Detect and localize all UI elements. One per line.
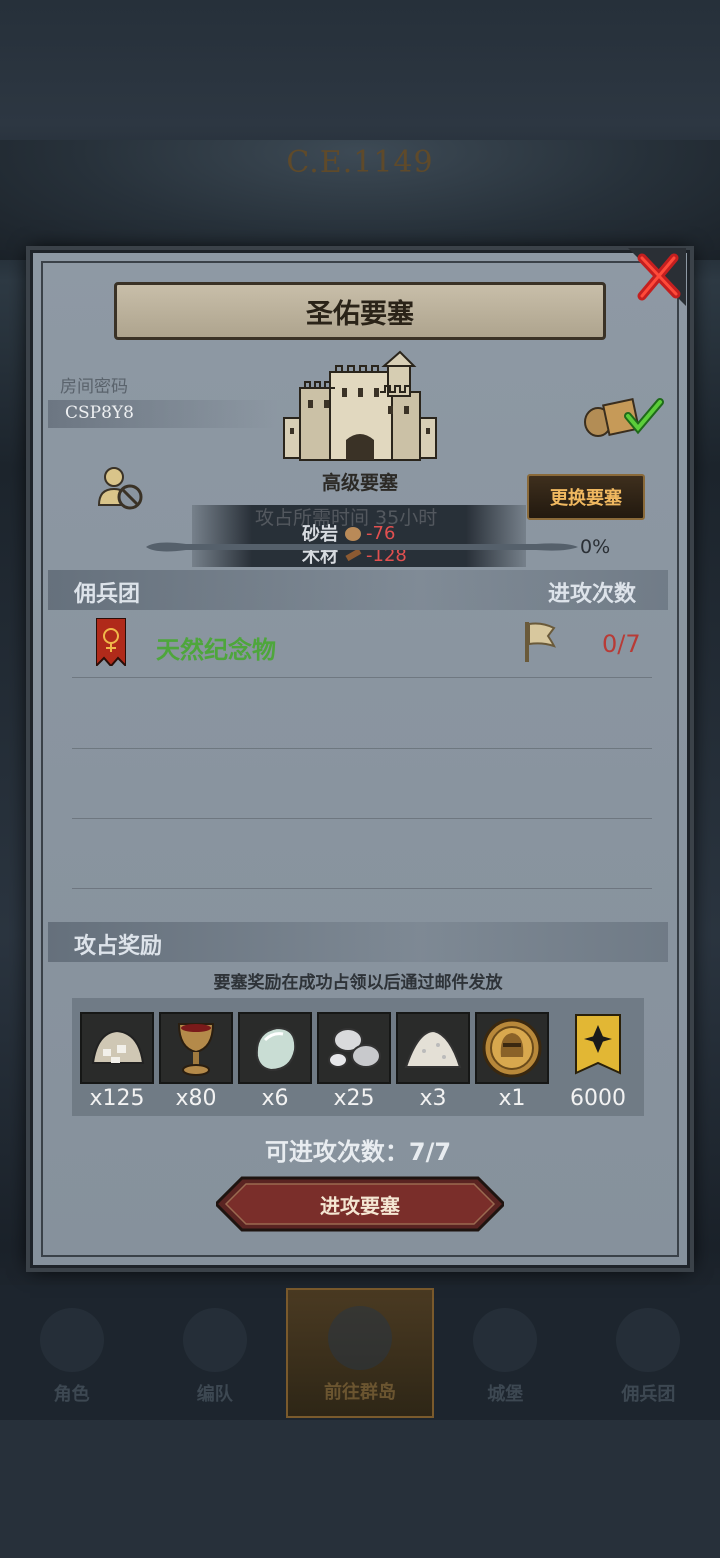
- attack-count-header: 进攻次数: [548, 582, 637, 607]
- background-lower: [0, 1420, 720, 1558]
- banner-icon: [96, 618, 126, 666]
- mercenary-name: 天然纪念物: [156, 636, 276, 664]
- knight-icon: [39, 1308, 104, 1372]
- knight-coin-icon: [482, 1018, 542, 1078]
- gem-icon: [255, 1026, 297, 1072]
- progress-bar: [146, 542, 578, 552]
- user-blocked-icon[interactable]: [96, 465, 146, 513]
- mercenary-section-title: 佣兵团: [74, 582, 141, 607]
- nav-item-islands[interactable]: 前往群岛: [286, 1288, 434, 1418]
- nav-item-mercenary[interactable]: 佣兵团: [577, 1288, 720, 1418]
- castle-icon: [473, 1308, 538, 1372]
- reward-qty: x6: [261, 1086, 289, 1111]
- silver-ore-icon: [328, 1028, 381, 1068]
- salt-pile-icon: [404, 1029, 462, 1068]
- room-code[interactable]: CSP8Y8: [65, 403, 134, 423]
- dialog-title: 圣佑要塞: [306, 298, 414, 330]
- reward-qty: x80: [175, 1086, 217, 1111]
- supply-check-icon[interactable]: [582, 390, 666, 438]
- remaining-attacks: 可进攻次数：7/7: [264, 1138, 452, 1166]
- room-code-label: 房间密码: [60, 377, 128, 397]
- nav-label: 佣兵团: [621, 1384, 676, 1405]
- nav-label: 角色: [53, 1384, 90, 1405]
- change-fortress-button[interactable]: 更换要塞: [527, 474, 645, 520]
- compass-icon: [328, 1306, 392, 1370]
- attack-fortress-button[interactable]: 进攻要塞: [213, 1176, 507, 1232]
- reward-item[interactable]: x3: [396, 1012, 470, 1111]
- attack-fortress-label: 进攻要塞: [320, 1194, 400, 1218]
- flag-icon: [525, 622, 556, 662]
- progress-percent: 0%: [580, 536, 611, 558]
- nav-label: 城堡: [487, 1384, 524, 1405]
- nav-item-castle[interactable]: 城堡: [434, 1288, 577, 1418]
- change-fortress-label: 更换要塞: [550, 488, 622, 509]
- reward-qty: x3: [419, 1086, 447, 1111]
- reward-qty: x1: [498, 1086, 526, 1111]
- reward-section-title: 攻占奖励: [74, 934, 163, 959]
- list-divider: [72, 888, 652, 889]
- reward-qty: x25: [333, 1086, 375, 1111]
- reward-note: 要塞奖励在成功占领以后通过邮件发放: [213, 973, 503, 993]
- stone-rubble-icon: [91, 1029, 145, 1064]
- fortress-level: 高级要塞: [321, 472, 398, 494]
- list-item[interactable]: 天然纪念物 0/7: [72, 614, 652, 678]
- mercenary-attack-count: 0/7: [602, 630, 641, 658]
- helmet-icon: [182, 1308, 247, 1372]
- reward-item[interactable]: x125: [80, 1012, 154, 1111]
- reward-item[interactable]: x6: [238, 1012, 312, 1111]
- nav-label: 编队: [196, 1384, 233, 1405]
- close-icon[interactable]: [628, 248, 686, 306]
- nav-item-formation[interactable]: 编队: [143, 1288, 286, 1418]
- reward-item[interactable]: x80: [159, 1012, 233, 1111]
- reward-qty: 6000: [570, 1086, 626, 1111]
- list-divider: [72, 818, 652, 819]
- guild-badge-icon: [575, 1014, 621, 1075]
- reward-item[interactable]: x25: [317, 1012, 391, 1111]
- era-label: C.E.1149: [286, 145, 434, 180]
- nav-item-character[interactable]: 角色: [0, 1288, 143, 1418]
- ship-icon: [616, 1308, 681, 1372]
- goblet-icon: [177, 1023, 215, 1076]
- fortress-icon: [283, 350, 437, 461]
- bottom-navigation: 角色 编队 前往群岛 城堡 佣兵团: [0, 1288, 720, 1418]
- reward-qty: x125: [89, 1086, 145, 1111]
- title-plate: 圣佑要塞: [114, 282, 606, 340]
- list-divider: [72, 748, 652, 749]
- reward-item[interactable]: 6000: [560, 1012, 636, 1111]
- stone-icon: [345, 527, 361, 541]
- nav-label: 前往群岛: [324, 1382, 396, 1403]
- reward-item[interactable]: x1: [475, 1012, 549, 1111]
